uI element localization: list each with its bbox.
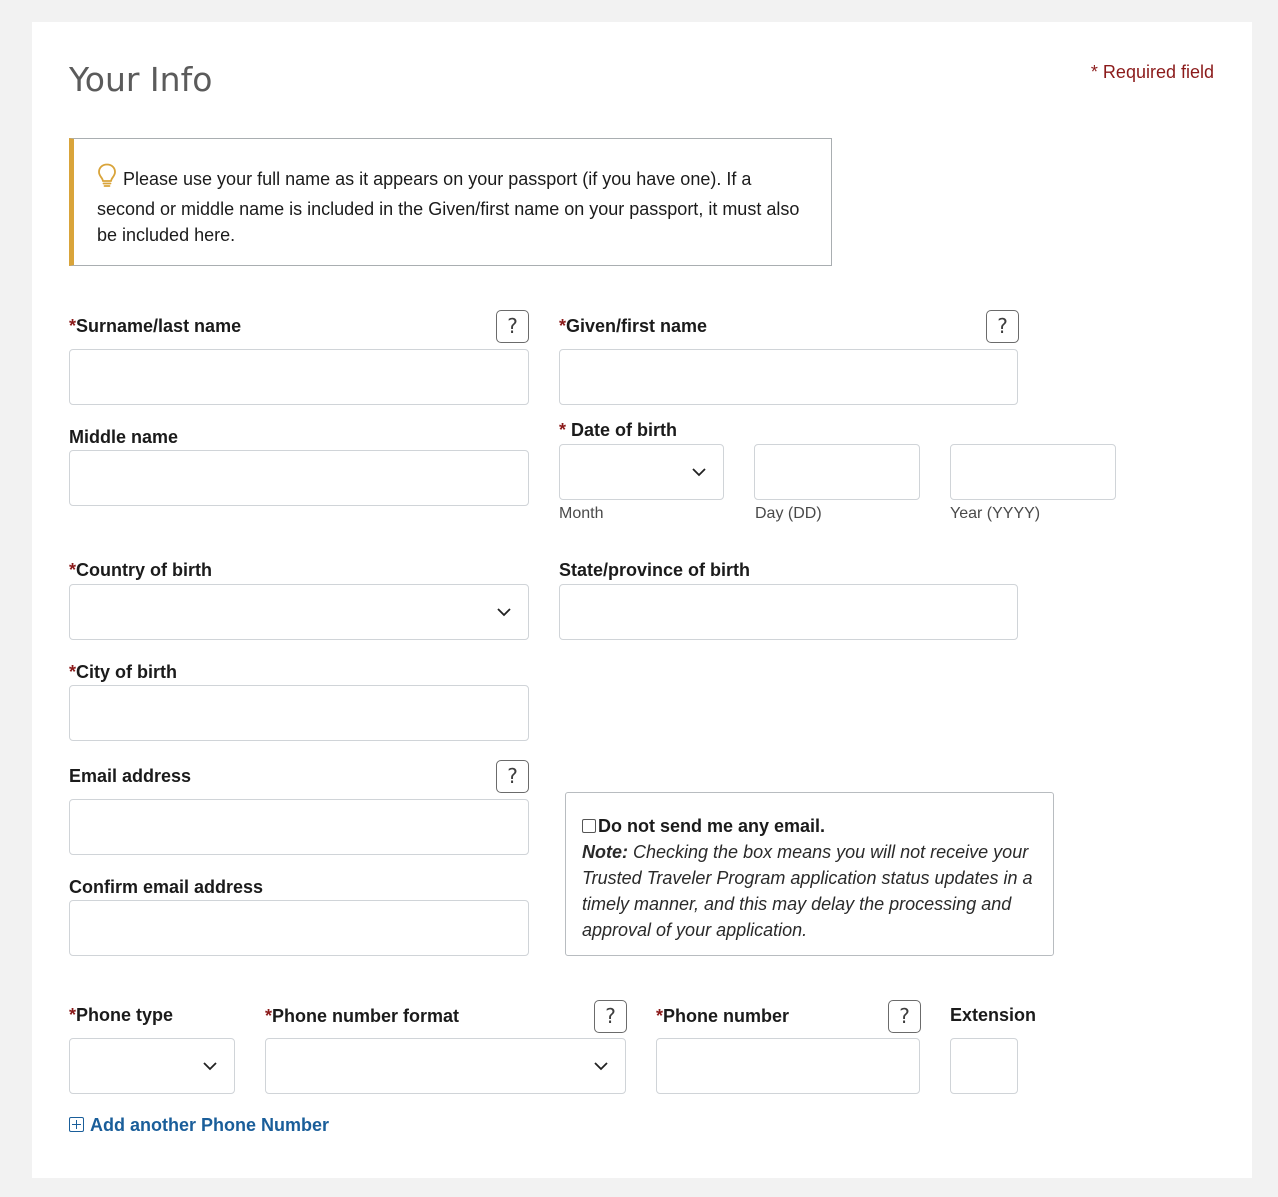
middle-name-label: Middle name (69, 427, 179, 447)
extension-label: Extension (950, 1005, 1037, 1025)
name-tip-box: Please use your full name as it appears … (69, 138, 832, 266)
surname-input[interactable] (69, 349, 529, 405)
no-email-box: Do not send me any email. Note: Checking… (565, 792, 1054, 956)
plus-square-icon (69, 1117, 84, 1132)
required-marker: * (69, 662, 77, 682)
chevron-down-icon (692, 468, 706, 477)
required-marker: * (559, 316, 567, 336)
city-of-birth-input[interactable] (69, 685, 529, 741)
required-marker: * (559, 420, 567, 440)
required-marker: * (69, 1005, 77, 1025)
confirm-email-label: Confirm email address (69, 877, 264, 897)
chevron-down-icon (594, 1062, 608, 1071)
add-phone-link[interactable]: Add another Phone Number (69, 1115, 329, 1136)
phone-number-input[interactable] (656, 1038, 920, 1094)
given-name-input[interactable] (559, 349, 1018, 405)
no-email-note: Note: Checking the box means you will no… (582, 842, 1033, 940)
dob-day-input[interactable] (754, 444, 920, 500)
dob-year-sublabel: Year (YYYY) (950, 505, 1041, 522)
phone-number-label: *Phone number (656, 1006, 790, 1026)
surname-help-button[interactable]: ? (496, 310, 529, 343)
required-field-note: * Required field (1090, 62, 1214, 82)
state-of-birth-input[interactable] (559, 584, 1018, 640)
given-name-help-button[interactable]: ? (986, 310, 1019, 343)
phone-format-help-button[interactable]: ? (594, 1000, 627, 1033)
chevron-down-icon (497, 608, 511, 617)
country-of-birth-select[interactable] (69, 584, 529, 640)
email-label: Email address (69, 766, 192, 786)
given-name-label: *Given/first name (559, 316, 708, 336)
your-info-card: Your Info * Required field Please use yo… (32, 22, 1252, 1178)
country-of-birth-label: *Country of birth (69, 560, 212, 580)
no-email-label[interactable]: Do not send me any email. (598, 816, 825, 836)
dob-month-sublabel: Month (559, 505, 604, 522)
date-of-birth-label: * Date of birth (559, 420, 678, 440)
surname-label: *Surname/last name (69, 316, 242, 336)
lightbulb-icon (97, 163, 117, 196)
extension-input[interactable] (950, 1038, 1018, 1094)
state-of-birth-label: State/province of birth (559, 560, 751, 580)
email-input[interactable] (69, 799, 529, 855)
phone-format-label: *Phone number format (265, 1006, 460, 1026)
city-of-birth-label: *City of birth (69, 662, 178, 682)
required-marker: * (265, 1006, 273, 1026)
confirm-email-input[interactable] (69, 900, 529, 956)
no-email-checkbox[interactable] (582, 819, 596, 833)
middle-name-input[interactable] (69, 450, 529, 506)
required-marker: * (656, 1006, 664, 1026)
dob-day-sublabel: Day (DD) (755, 505, 822, 522)
required-marker: * (69, 560, 77, 580)
dob-month-select[interactable] (559, 444, 724, 500)
email-help-button[interactable]: ? (496, 760, 529, 793)
phone-number-help-button[interactable]: ? (888, 1000, 921, 1033)
tip-text: Please use your full name as it appears … (97, 169, 800, 245)
chevron-down-icon (203, 1062, 217, 1071)
dob-year-input[interactable] (950, 444, 1116, 500)
phone-type-select[interactable] (69, 1038, 235, 1094)
phone-type-label: *Phone type (69, 1005, 174, 1025)
page-title: Your Info (69, 60, 213, 99)
phone-format-select[interactable] (265, 1038, 626, 1094)
required-marker: * (69, 316, 77, 336)
